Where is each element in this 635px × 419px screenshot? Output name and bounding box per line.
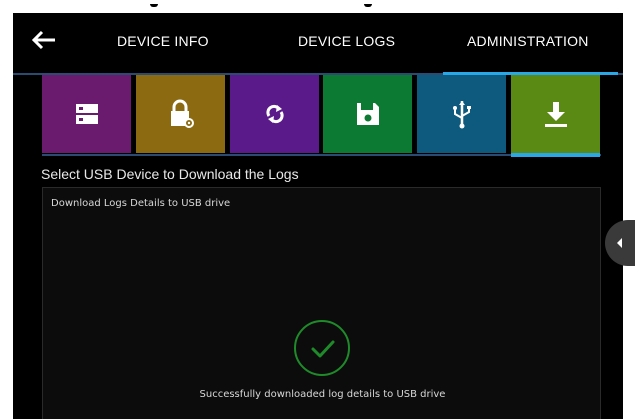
sync-tile[interactable] — [230, 75, 319, 153]
server-tile[interactable] — [42, 75, 131, 153]
tab-device-info[interactable]: DEVICE INFO — [117, 33, 209, 49]
tab-device-logs[interactable]: DEVICE LOGS — [298, 33, 395, 49]
tab-administration[interactable]: ADMINISTRATION — [467, 33, 589, 49]
back-button[interactable] — [29, 27, 59, 57]
usb-icon — [452, 101, 471, 129]
admin-tiles — [42, 75, 601, 157]
refresh-icon — [265, 104, 284, 124]
top-mark — [364, 4, 372, 7]
save-tile[interactable] — [323, 75, 412, 153]
lock-settings-icon — [170, 99, 194, 128]
top-edge — [13, 0, 623, 13]
chevron-left-icon — [617, 238, 622, 248]
app-screen: DEVICE INFO DEVICE LOGS ADMINISTRATION S… — [13, 13, 623, 419]
save-icon — [356, 103, 379, 125]
download-tile[interactable] — [511, 75, 600, 153]
top-mark — [150, 4, 158, 7]
security-tile[interactable] — [136, 75, 225, 153]
server-icon — [75, 104, 98, 124]
top-nav: DEVICE INFO DEVICE LOGS ADMINISTRATION — [13, 27, 623, 75]
usb-download-panel: Download Logs Details to USB drive Succe… — [42, 187, 601, 419]
usb-tile[interactable] — [417, 75, 506, 153]
panel-heading: Download Logs Details to USB drive — [51, 198, 231, 209]
download-icon — [544, 102, 567, 127]
success-check-icon — [294, 320, 350, 376]
section-title: Select USB Device to Download the Logs — [41, 166, 299, 182]
side-drawer-handle[interactable] — [605, 220, 635, 266]
active-tile-indicator — [511, 153, 600, 157]
arrow-left-icon — [31, 30, 55, 50]
success-message: Successfully downloaded log details to U… — [199, 389, 446, 400]
